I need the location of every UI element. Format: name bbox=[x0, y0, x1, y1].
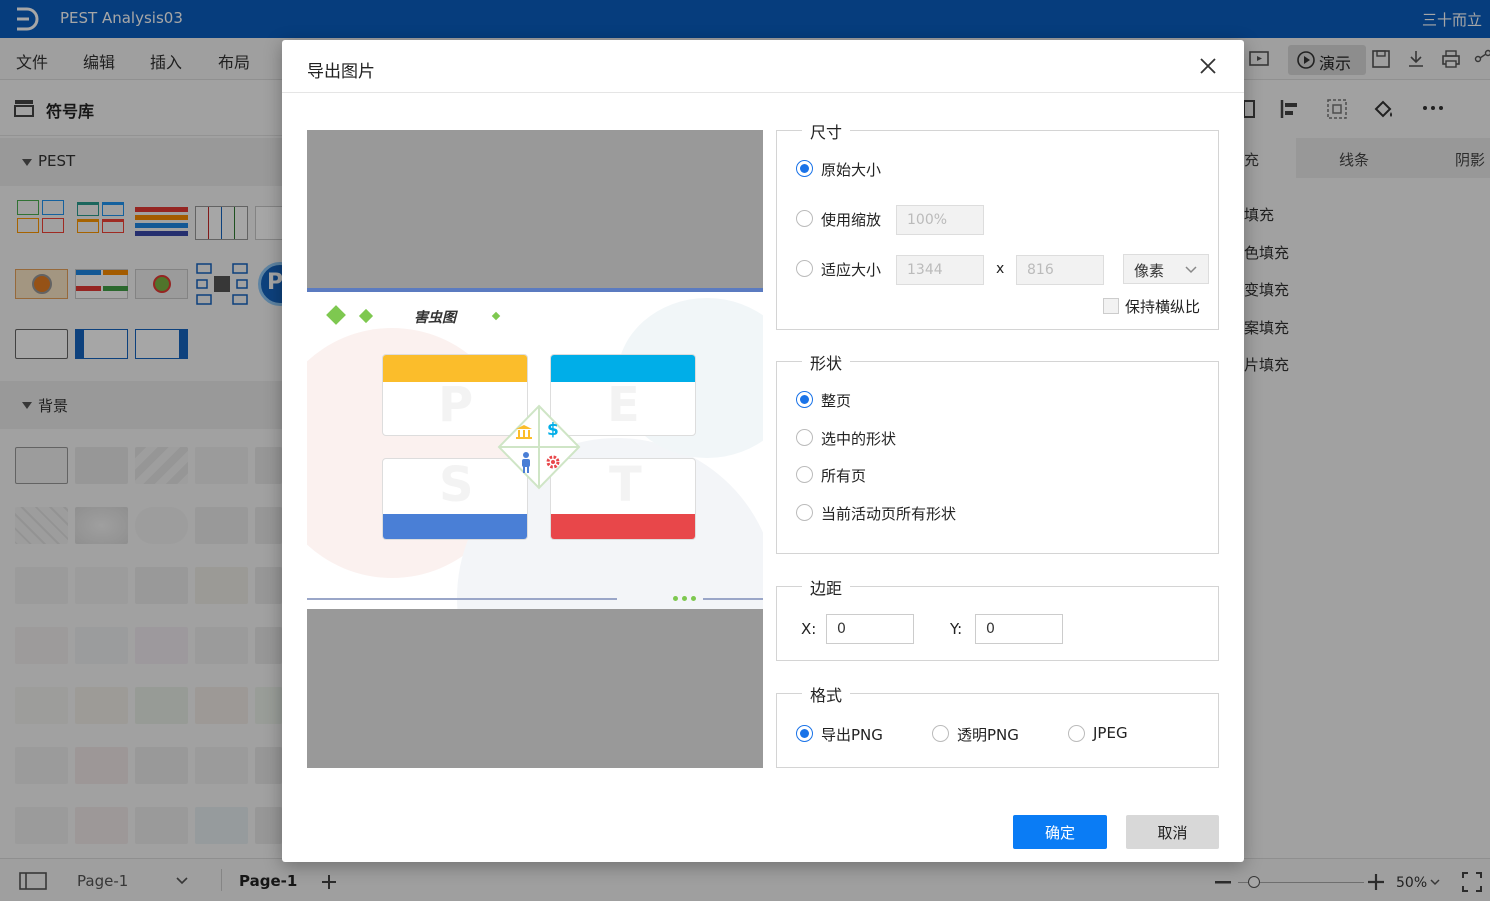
slide-diamond bbox=[358, 308, 374, 324]
slide-dot bbox=[691, 596, 696, 601]
format-png-radio[interactable]: 导出PNG bbox=[796, 723, 896, 745]
export-image-dialog: 导出图片 害虫图 P E S T $ 尺寸 原始大小 使用缩放 100% 适应大… bbox=[282, 40, 1244, 862]
radio-label: JPEG bbox=[1093, 724, 1128, 742]
format-group: 格式 导出PNG 透明PNG JPEG bbox=[776, 682, 1219, 768]
format-legend: 格式 bbox=[802, 682, 851, 706]
chevron-down-icon bbox=[1185, 266, 1197, 274]
keep-ratio-checkbox[interactable] bbox=[1103, 298, 1119, 314]
slide-dot bbox=[682, 596, 687, 601]
size-scale-radio[interactable]: 使用缩放 bbox=[796, 208, 896, 230]
shape-group: 形状 整页 选中的形状 所有页 当前活动页所有形状 bbox=[776, 350, 1219, 554]
format-transparent-png-radio[interactable]: 透明PNG bbox=[932, 723, 1032, 745]
confirm-button[interactable]: 确定 bbox=[1013, 815, 1107, 849]
margin-legend: 边距 bbox=[802, 575, 851, 599]
government-icon bbox=[516, 425, 532, 439]
radio-indicator bbox=[796, 466, 813, 483]
shape-whole-page-radio[interactable]: 整页 bbox=[796, 389, 916, 411]
radio-label: 原始大小 bbox=[821, 161, 882, 179]
format-jpeg-radio[interactable]: JPEG bbox=[1068, 723, 1148, 745]
size-fit-radio[interactable]: 适应大小 bbox=[796, 258, 896, 280]
dialog-divider bbox=[282, 92, 1244, 93]
radio-indicator bbox=[796, 725, 813, 742]
dialog-title: 导出图片 bbox=[307, 62, 375, 82]
radio-label: 使用缩放 bbox=[821, 211, 882, 229]
shape-all-pages-radio[interactable]: 所有页 bbox=[796, 464, 916, 486]
radio-indicator bbox=[932, 725, 949, 742]
slide-diamond bbox=[326, 305, 346, 325]
radio-label: 所有页 bbox=[821, 467, 867, 485]
dollar-icon: $ bbox=[547, 420, 559, 440]
width-input[interactable] bbox=[896, 255, 984, 285]
slide-dot bbox=[673, 596, 678, 601]
card-letter: P bbox=[438, 377, 474, 433]
cancel-button[interactable]: 取消 bbox=[1126, 815, 1219, 849]
center-diamond bbox=[497, 404, 581, 490]
slide-bottom-rule bbox=[703, 598, 763, 600]
export-preview: 害虫图 P E S T $ bbox=[307, 130, 763, 768]
card-letter: E bbox=[607, 377, 640, 433]
margin-group: 边距 X: Y: bbox=[776, 575, 1219, 661]
shape-selected-radio[interactable]: 选中的形状 bbox=[796, 427, 916, 449]
size-group: 尺寸 原始大小 使用缩放 适应大小 x 像素 保持横纵比 bbox=[776, 119, 1219, 330]
radio-label: 透明PNG bbox=[957, 726, 1019, 744]
radio-label: 整页 bbox=[821, 392, 852, 410]
radio-label: 导出PNG bbox=[821, 726, 883, 744]
radio-indicator bbox=[796, 391, 813, 408]
radio-indicator bbox=[796, 160, 813, 177]
person-icon bbox=[522, 452, 530, 473]
slide-bottom-rule bbox=[307, 598, 617, 600]
margin-x-label: X: bbox=[801, 620, 817, 638]
radio-label: 当前活动页所有形状 bbox=[821, 505, 957, 523]
preview-slide: 害虫图 P E S T $ bbox=[307, 288, 763, 609]
height-input[interactable] bbox=[1016, 255, 1104, 285]
keep-ratio-label: 保持横纵比 bbox=[1125, 298, 1201, 316]
slide-diamond bbox=[491, 311, 501, 321]
radio-indicator bbox=[796, 260, 813, 277]
unit-select[interactable]: 像素 bbox=[1123, 254, 1209, 284]
margin-x-input[interactable] bbox=[826, 614, 914, 644]
x-separator: x bbox=[996, 261, 1005, 277]
card-letter: T bbox=[609, 458, 642, 513]
radio-indicator bbox=[796, 504, 813, 521]
scale-input[interactable] bbox=[896, 205, 984, 235]
close-icon[interactable] bbox=[1199, 57, 1217, 75]
radio-label: 选中的形状 bbox=[821, 430, 897, 448]
slide-top-rule bbox=[307, 288, 763, 292]
unit-select-value: 像素 bbox=[1134, 262, 1165, 280]
shape-active-page-radio[interactable]: 当前活动页所有形状 bbox=[796, 502, 976, 524]
gear-icon bbox=[546, 455, 560, 469]
radio-label: 适应大小 bbox=[821, 261, 882, 279]
radio-indicator bbox=[796, 429, 813, 446]
size-legend: 尺寸 bbox=[802, 119, 851, 143]
radio-indicator bbox=[1068, 725, 1085, 742]
card-footer bbox=[551, 514, 695, 539]
card-letter: S bbox=[439, 458, 474, 513]
margin-y-input[interactable] bbox=[975, 614, 1063, 644]
radio-indicator bbox=[796, 210, 813, 227]
slide-title: 害虫图 bbox=[414, 310, 456, 326]
size-original-radio[interactable]: 原始大小 bbox=[796, 158, 896, 180]
shape-legend: 形状 bbox=[802, 350, 851, 374]
margin-y-label: Y: bbox=[950, 620, 963, 638]
card-footer bbox=[383, 514, 527, 539]
